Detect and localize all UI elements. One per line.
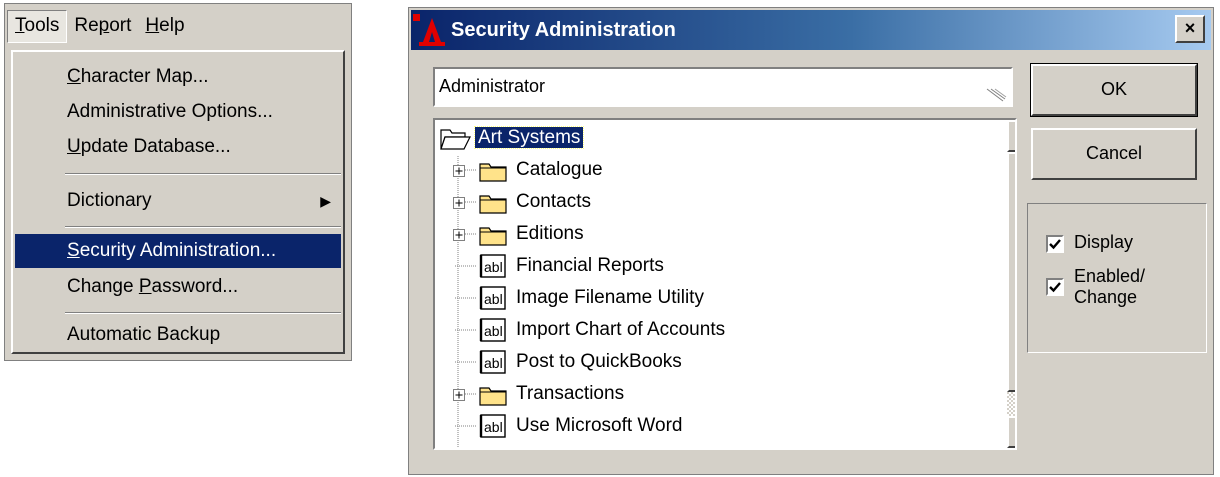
tree-node[interactable]: Art Systems [439,123,585,153]
scroll-up-button[interactable] [1007,120,1017,152]
enabled-change-label: Enabled/ Change [1074,266,1145,308]
menu-report[interactable]: Report [67,11,138,42]
tree-node[interactable]: abl Import Chart of Accounts [455,315,728,345]
menu-item-character-map[interactable]: Character Map... [15,60,341,94]
tree-node[interactable]: Contacts [453,187,594,217]
tools-menu-panel: Tools Report Help Character Map... Admin… [4,3,352,361]
menu-item-dictionary[interactable]: Dictionary ▶ [15,184,341,218]
scroll-thumb[interactable] [1007,152,1015,392]
tree-node-label: Post to QuickBooks [516,351,682,372]
tree-vertical-scrollbar[interactable] [1007,120,1017,448]
scroll-down-button[interactable] [1007,416,1017,448]
checkmark-icon [1049,239,1061,250]
enabled-change-checkbox-row[interactable]: Enabled/ Change [1046,266,1145,308]
menu-separator [65,173,341,175]
menu-label: Administrative Options... [67,101,273,122]
enabled-change-checkbox[interactable] [1046,278,1064,296]
tree-branch-line [455,425,477,427]
arrow-down-icon [1009,418,1017,446]
user-name-value: Administrator [439,76,546,96]
tree-node[interactable]: Editions [453,219,587,249]
app-logo-icon [413,14,445,46]
display-checkbox-row[interactable]: Display [1046,232,1133,253]
expand-plus-icon[interactable] [453,219,493,249]
tree-node-label: Import Chart of Accounts [516,319,726,340]
tree-node-label: Contacts [516,191,591,212]
menu-label: Change Password... [67,276,239,297]
tree-node-label: Art Systems [473,126,585,149]
dialog-title: Security Administration [451,19,676,41]
tools-dropdown: Character Map... Administrative Options.… [11,50,345,354]
tree-branch-line [455,361,477,363]
menu-label: Character Map... [67,66,209,87]
menu-help[interactable]: Help [138,11,191,42]
menu-item-change-password[interactable]: Change Password... [15,270,341,304]
menu-label: Security Administration... [67,240,277,261]
menu-bar: Tools Report Help [5,4,353,48]
tree-node[interactable]: Catalogue [453,155,606,185]
permissions-group: Display Enabled/ Change [1027,203,1207,353]
menu-label: Automatic Backup [67,324,221,345]
tree-branch-line [455,265,477,267]
expand-plus-icon[interactable] [453,379,493,409]
tree-node[interactable]: abl Post to QuickBooks [455,347,685,377]
tree-branch-line [455,329,477,331]
enabled-change-label-line-1: Enabled/ [1074,266,1146,286]
menu-label: Help [145,14,185,36]
menu-item-update-database[interactable]: Update Database... [15,130,341,164]
tree-node[interactable]: abl Image Filename Utility [455,283,707,313]
open-folder-icon [440,129,471,150]
display-checkbox[interactable] [1046,235,1064,253]
tree-node-label: Catalogue [516,159,603,180]
menu-tools[interactable]: Tools [7,9,68,43]
tree-node-label: Editions [516,223,584,244]
expand-plus-icon[interactable] [453,155,493,185]
close-button[interactable]: × [1175,15,1205,43]
tree-node-label: Transactions [516,383,625,404]
enabled-change-label-line-2: Change [1074,287,1138,307]
display-label: Display [1074,232,1134,252]
menu-label: Report [74,14,132,36]
arrow-up-icon [1009,122,1017,150]
checkmark-icon [1049,282,1061,293]
resize-grip-icon [986,88,1007,102]
expand-plus-icon[interactable] [453,187,493,217]
menu-label: Update Database... [67,136,231,157]
tree-node[interactable]: abl Financial Reports [455,251,667,281]
submenu-arrow-icon: ▶ [320,193,331,209]
menu-item-automatic-backup[interactable]: Automatic Backup [15,318,341,352]
menu-separator [65,226,341,228]
menu-item-security-administration[interactable]: Security Administration... [15,234,341,268]
scroll-track[interactable] [1007,392,1015,416]
cancel-button[interactable]: Cancel [1031,128,1197,180]
menu-item-administrative-options[interactable]: Administrative Options... [15,95,341,129]
ok-button[interactable]: OK [1030,63,1198,117]
menu-item-label: Dictionary [67,190,152,211]
menu-label: Tools [15,14,60,36]
tree-node[interactable]: abl Use Microsoft Word [455,411,685,441]
tree-node[interactable]: Transactions [453,379,627,409]
title-bar[interactable]: Security Administration × [411,10,1211,50]
user-name-field[interactable]: Administrator [433,67,1013,107]
tree-node-label: Financial Reports [516,255,664,276]
tree-node-label: Use Microsoft Word [516,415,683,436]
tree-node-label: Image Filename Utility [516,287,704,308]
menu-separator [65,312,341,314]
tree-branch-line [455,297,477,299]
security-administration-dialog: Security Administration × Administrator … [408,7,1214,475]
security-tree[interactable]: Art Systems Catalogue Contacts Editions abl F… [433,118,1017,450]
